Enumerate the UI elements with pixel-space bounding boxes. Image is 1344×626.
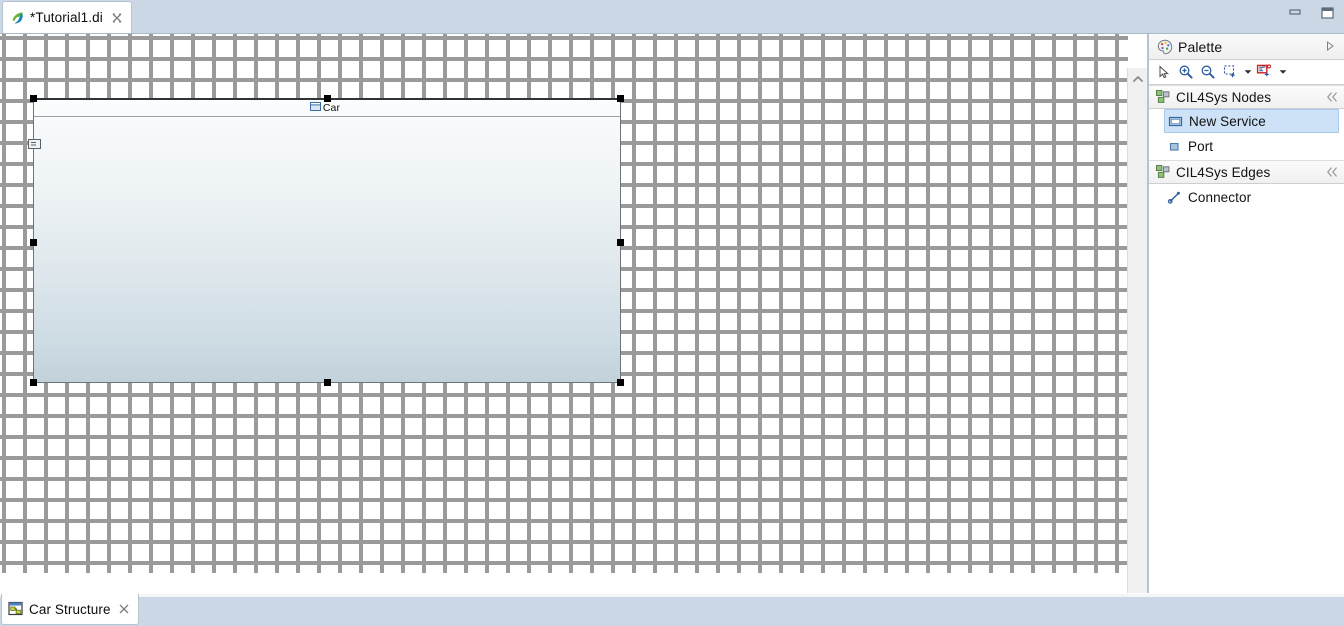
palette-group-cil4sys-edges[interactable]: CIL4Sys Edges: [1149, 160, 1344, 184]
view-tab-car-structure[interactable]: Car Structure: [1, 594, 139, 625]
palette-header[interactable]: Palette: [1149, 34, 1344, 60]
close-icon[interactable]: [111, 12, 123, 24]
node-header: Car: [34, 100, 620, 117]
chevron-down-icon[interactable]: [1128, 585, 1147, 593]
selection-handle-middle-right[interactable]: [617, 239, 624, 246]
palette-item-port[interactable]: Port: [1149, 133, 1344, 160]
port-marker-icon[interactable]: [28, 138, 41, 149]
triangle-right-icon[interactable]: [1324, 40, 1338, 54]
diagram-icon: [8, 601, 24, 617]
selection-handle-top-center[interactable]: [324, 95, 331, 102]
maximize-icon[interactable]: [1318, 4, 1336, 22]
selection-handle-bottom-right[interactable]: [617, 379, 624, 386]
double-chevron-left-icon[interactable]: [1325, 166, 1338, 179]
diagram-canvas[interactable]: Car: [0, 34, 1128, 573]
palette-item-label: Connector: [1188, 190, 1252, 205]
palette-item-new-service[interactable]: New Service: [1164, 109, 1339, 133]
diagram-node-car[interactable]: Car: [28, 95, 624, 386]
view-tab-label: Car Structure: [29, 601, 111, 617]
selection-handle-top-right[interactable]: [617, 95, 624, 102]
papyrus-model-icon: [10, 10, 26, 26]
application-window: *Tutorial1.di Car Palette CIL4Sys Nodes …: [0, 0, 1344, 626]
service-icon: [1168, 114, 1183, 129]
nodes-group-icon: [1156, 90, 1170, 104]
selection-handle-bottom-center[interactable]: [324, 379, 331, 386]
zoom-out-icon[interactable]: [1198, 62, 1218, 82]
close-icon[interactable]: [118, 603, 130, 615]
palette-icon: [1157, 39, 1173, 55]
cursor-arrow-icon[interactable]: [1154, 62, 1174, 82]
editor-tab-label: *Tutorial1.di: [30, 10, 103, 25]
palette-item-label: Port: [1188, 139, 1214, 154]
zoom-in-icon[interactable]: [1176, 62, 1196, 82]
editor-tab-bar: *Tutorial1.di: [0, 0, 1344, 34]
palette-group-label: CIL4Sys Edges: [1176, 164, 1271, 180]
port-icon: [1167, 139, 1182, 154]
minimize-icon[interactable]: [1286, 4, 1304, 22]
palette-group-label: CIL4Sys Nodes: [1176, 89, 1272, 105]
selection-handle-middle-left[interactable]: [30, 239, 37, 246]
connector-icon: [1167, 190, 1182, 205]
diagram-editor-area: Car: [0, 34, 1148, 593]
vertical-scrollbar[interactable]: [1127, 68, 1147, 593]
palette-group-cil4sys-nodes[interactable]: CIL4Sys Nodes: [1149, 85, 1344, 109]
palette-toolbar: [1149, 60, 1344, 85]
block-icon: [309, 101, 321, 115]
selection-handle-top-left[interactable]: [30, 95, 37, 102]
node-body: [28, 117, 620, 399]
editor-tab-tutorial1[interactable]: *Tutorial1.di: [2, 1, 132, 33]
tab-bar-background: [0, 0, 1344, 33]
node-title-label: Car: [322, 101, 341, 114]
selection-handle-bottom-left[interactable]: [30, 379, 37, 386]
marquee-select-icon[interactable]: [1220, 62, 1240, 82]
node-create-icon[interactable]: [1255, 62, 1275, 82]
edges-group-icon: [1156, 165, 1170, 179]
marquee-tool-dropdown-caret[interactable]: [1242, 63, 1253, 81]
palette-panel: Palette CIL4Sys Nodes New Service Port C…: [1148, 34, 1344, 593]
palette-item-connector[interactable]: Connector: [1149, 184, 1344, 211]
view-tab-bar-strip: [0, 594, 1344, 597]
chevron-up-icon[interactable]: [1128, 68, 1147, 90]
view-tab-bar: Car Structure: [0, 593, 1344, 626]
double-chevron-left-icon[interactable]: [1325, 91, 1338, 104]
palette-title-label: Palette: [1178, 38, 1223, 55]
node-tool-dropdown-caret[interactable]: [1277, 63, 1288, 81]
palette-item-label: New Service: [1189, 113, 1266, 129]
window-controls: [1286, 4, 1336, 22]
